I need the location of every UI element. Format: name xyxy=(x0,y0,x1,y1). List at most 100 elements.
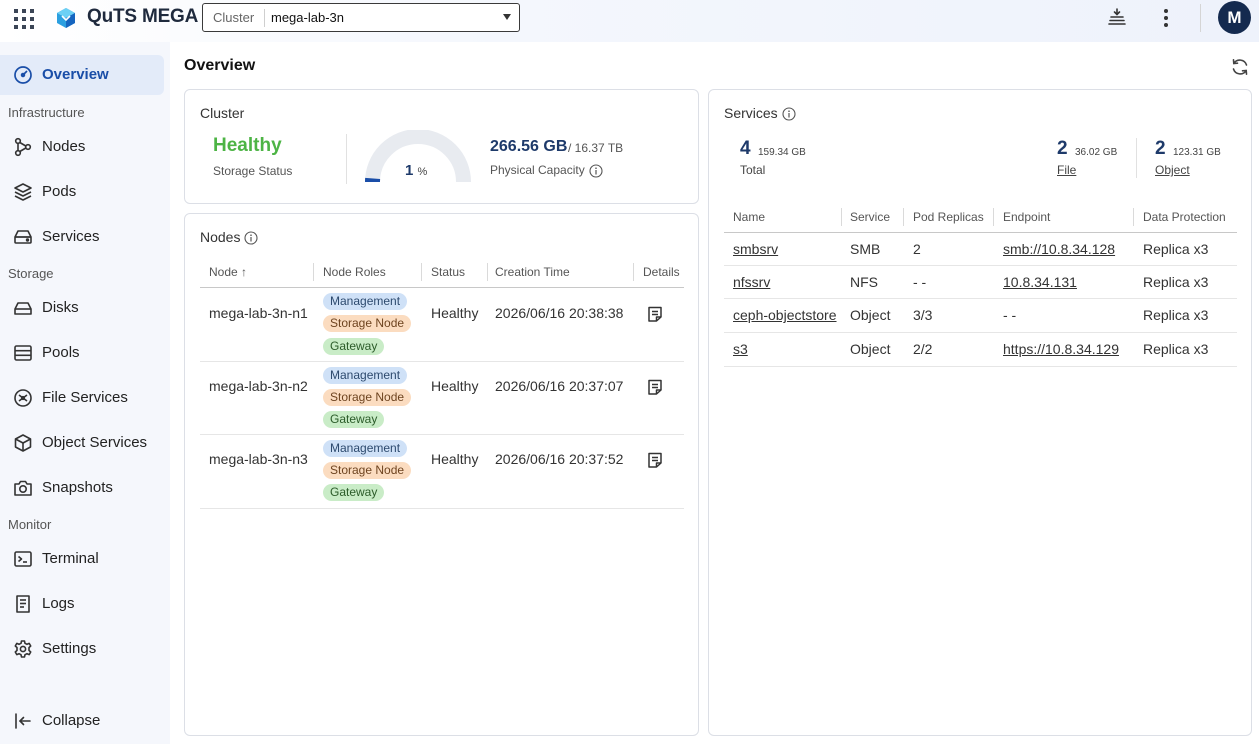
cluster-select-value: mega-lab-3n xyxy=(271,10,344,25)
node-name: mega-lab-3n-n3 xyxy=(209,451,308,467)
sidebar-item-label: Nodes xyxy=(42,138,86,155)
gauge-percent-value: 1 xyxy=(405,162,414,179)
sidebar-item-settings[interactable]: Settings xyxy=(0,629,164,669)
sidebar: Overview Infrastructure Nodes Pods Servi… xyxy=(0,42,170,744)
details-icon[interactable] xyxy=(646,305,664,323)
cluster-select[interactable]: Cluster mega-lab-3n xyxy=(202,3,520,32)
details-icon[interactable] xyxy=(646,451,664,469)
sidebar-item-label: File Services xyxy=(42,389,128,406)
capacity-total: / 16.37 TB xyxy=(568,141,624,155)
info-icon[interactable] xyxy=(589,164,603,178)
col-header-roles[interactable]: Node Roles xyxy=(323,265,386,279)
sidebar-item-disks[interactable]: Disks xyxy=(0,288,164,328)
column-divider xyxy=(633,263,634,281)
header-divider xyxy=(724,232,1237,233)
col-header-protection[interactable]: Data Protection xyxy=(1143,210,1226,224)
info-icon[interactable] xyxy=(244,231,258,245)
quts-logo-icon xyxy=(57,8,75,28)
file-services-count: 2 xyxy=(1057,138,1068,159)
sidebar-item-label: Overview xyxy=(42,66,109,83)
total-services-count: 4 xyxy=(740,138,751,159)
sidebar-collapse-button[interactable]: Collapse xyxy=(0,701,164,741)
cluster-card: Cluster Healthy Storage Status 1 % 266.5… xyxy=(184,89,699,204)
sidebar-item-snapshots[interactable]: Snapshots xyxy=(0,468,164,508)
cluster-select-divider xyxy=(264,9,265,27)
service-replicas: 3/3 xyxy=(913,307,933,323)
top-bar: QuTS MEGA Cluster mega-lab-3n M xyxy=(0,0,1259,42)
service-replicas: 2 xyxy=(913,241,921,257)
service-name-link[interactable]: smbsrv xyxy=(733,241,778,257)
nodes-card-title: Nodes xyxy=(200,229,241,245)
sidebar-item-file-services[interactable]: File Services xyxy=(0,378,164,418)
row-divider xyxy=(200,361,684,362)
col-header-details: Details xyxy=(643,265,680,279)
section-monitor: Monitor xyxy=(8,517,52,532)
service-type: SMB xyxy=(850,241,881,257)
node-status: Healthy xyxy=(431,305,479,321)
details-icon[interactable] xyxy=(646,378,664,396)
user-avatar[interactable]: M xyxy=(1218,1,1251,34)
column-divider xyxy=(903,208,904,226)
row-divider xyxy=(724,332,1237,333)
col-header-creation[interactable]: Creation Time xyxy=(495,265,570,279)
col-header-name[interactable]: Name xyxy=(733,210,765,224)
pods-icon xyxy=(14,183,32,201)
col-header-replicas[interactable]: Pod Replicas xyxy=(913,210,984,224)
service-name-link[interactable]: nfssrv xyxy=(733,274,770,290)
cluster-card-divider xyxy=(346,134,347,184)
role-badge-management: Management xyxy=(323,440,408,457)
node-name: mega-lab-3n-n2 xyxy=(209,378,308,394)
role-badge-storage-node: Storage Node xyxy=(323,389,412,406)
logs-icon xyxy=(16,595,30,613)
column-divider xyxy=(841,208,842,226)
col-header-endpoint[interactable]: Endpoint xyxy=(1003,210,1050,224)
sidebar-item-pools[interactable]: Pools xyxy=(0,333,164,373)
sidebar-item-services[interactable]: Services xyxy=(0,217,164,257)
info-icon[interactable] xyxy=(782,107,796,121)
col-header-service[interactable]: Service xyxy=(850,210,890,224)
sidebar-item-object-services[interactable]: Object Services xyxy=(0,423,164,463)
service-endpoint-link[interactable]: 10.8.34.131 xyxy=(1003,274,1077,290)
disk-icon xyxy=(14,302,32,315)
sidebar-item-label: Services xyxy=(42,228,100,245)
sidebar-item-pods[interactable]: Pods xyxy=(0,172,164,212)
gauge-percent-unit: % xyxy=(417,166,428,178)
more-vertical-icon[interactable] xyxy=(1156,6,1176,30)
sidebar-item-terminal[interactable]: Terminal xyxy=(0,539,164,579)
sidebar-item-overview[interactable]: Overview xyxy=(0,55,164,95)
task-stack-icon[interactable] xyxy=(1105,6,1129,30)
node-name: mega-lab-3n-n1 xyxy=(209,305,308,321)
section-infrastructure: Infrastructure xyxy=(8,105,85,120)
col-header-status[interactable]: Status xyxy=(431,265,465,279)
object-services-size: 123.31 GB xyxy=(1173,147,1221,158)
service-name-link[interactable]: ceph-objectstore xyxy=(733,307,837,323)
role-badge-storage-node: Storage Node xyxy=(323,462,412,479)
col-header-node[interactable]: Node ↑ xyxy=(209,265,247,279)
object-services-link[interactable]: Object xyxy=(1155,163,1190,177)
row-divider xyxy=(200,508,684,509)
chevron-down-icon xyxy=(503,14,511,20)
services-card: Services 4 159.34 GB Total 2 36.02 GB Fi… xyxy=(708,89,1252,736)
sidebar-item-nodes[interactable]: Nodes xyxy=(0,127,164,167)
service-replicas: 2/2 xyxy=(913,341,933,357)
file-services-link[interactable]: File xyxy=(1057,163,1076,177)
service-name-link[interactable]: s3 xyxy=(733,341,748,357)
collapse-icon xyxy=(15,713,31,729)
services-icon xyxy=(14,230,32,244)
service-protection: Replica x3 xyxy=(1143,241,1209,257)
cluster-select-label: Cluster xyxy=(213,10,255,25)
capacity-label: Physical Capacity xyxy=(490,163,585,177)
sidebar-item-logs[interactable]: Logs xyxy=(0,584,164,624)
service-endpoint-link[interactable]: smb://10.8.34.128 xyxy=(1003,241,1115,257)
sidebar-item-label: Logs xyxy=(42,595,75,612)
service-protection: Replica x3 xyxy=(1143,341,1209,357)
sidebar-item-label: Settings xyxy=(42,640,97,657)
topbar-divider xyxy=(1200,4,1201,32)
service-endpoint-link[interactable]: https://10.8.34.129 xyxy=(1003,341,1119,357)
apps-grid-icon[interactable] xyxy=(13,8,35,30)
service-type: Object xyxy=(850,341,891,357)
storage-status-label: Storage Status xyxy=(213,164,293,178)
services-summary-divider xyxy=(1136,138,1137,178)
refresh-icon[interactable] xyxy=(1230,57,1250,77)
sidebar-item-label: Pools xyxy=(42,344,80,361)
